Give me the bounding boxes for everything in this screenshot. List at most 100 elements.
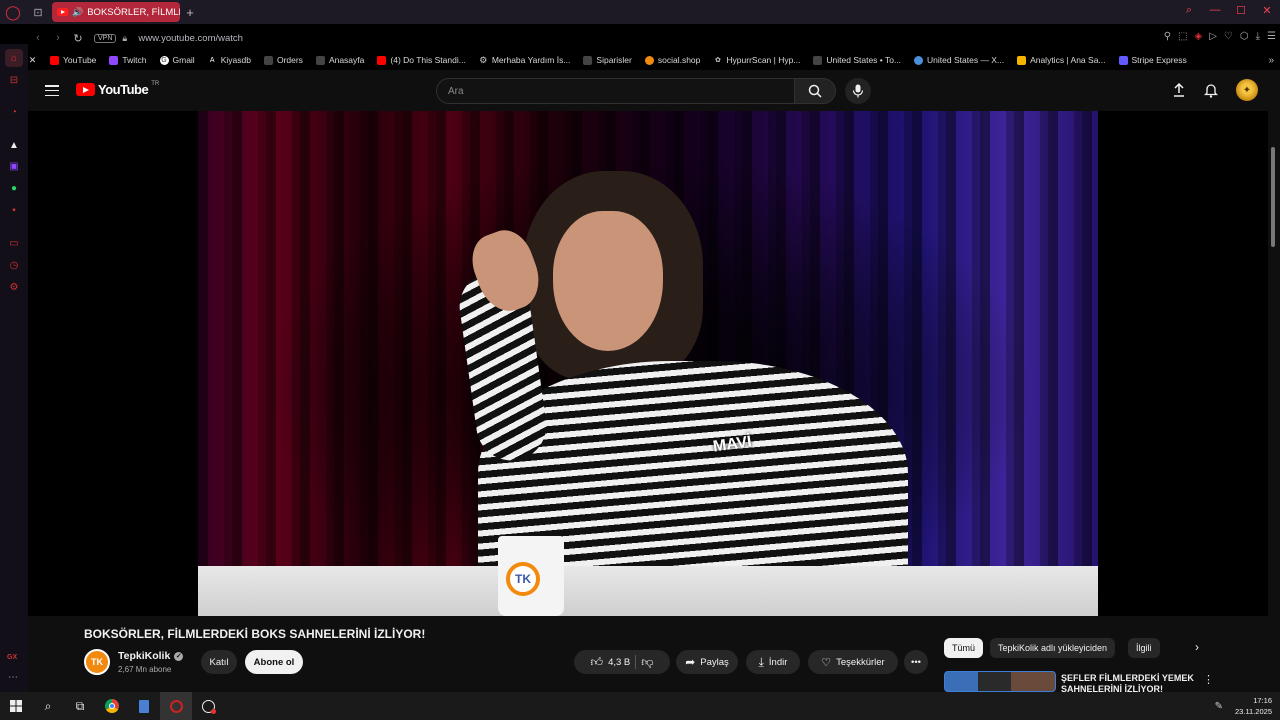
share-button[interactable]: ➦ Paylaş <box>676 650 738 674</box>
bookmark-item[interactable]: social.shop <box>644 55 700 65</box>
sidebar-whatsapp-icon[interactable]: ● <box>5 179 23 197</box>
opera-gx-taskbar-icon[interactable] <box>160 692 192 720</box>
clock-date: 23.11.2025 <box>1235 707 1272 716</box>
chrome-icon[interactable] <box>96 692 128 720</box>
maximize-icon[interactable]: ☐ <box>1234 4 1248 17</box>
chip-related[interactable]: İlgili <box>1128 638 1160 658</box>
bookmark-item[interactable]: ⚙ Merhaba Yardım İs... <box>479 55 570 66</box>
address-bar: ‹ › ↻ VPN 🔒︎ www.youtube.com/watch ⚲ ⬚ ◈… <box>28 28 1280 48</box>
sidebar-aria-icon[interactable]: ▲ <box>5 136 23 154</box>
hypurr-icon: ✿ <box>714 57 721 64</box>
bookmark-x[interactable]: ✕ <box>28 55 37 65</box>
reload-icon[interactable]: ↻ <box>68 32 88 45</box>
scrollbar-thumb[interactable] <box>1271 147 1275 247</box>
player-icon[interactable]: ▷ <box>1209 31 1217 42</box>
sidebar-home-icon[interactable]: ⌂ <box>5 49 23 67</box>
sidebar-twitch-icon[interactable]: ▣ <box>5 157 23 175</box>
pen-icon[interactable]: ✎ <box>1215 701 1223 712</box>
tab-islands-icon[interactable]: ⊡ <box>26 6 50 19</box>
gx-logo-icon[interactable]: GX <box>7 654 17 661</box>
bookmark-item[interactable]: A Kiyasdb <box>208 55 251 65</box>
extensions-icon[interactable]: ⬡ <box>1240 31 1249 42</box>
bookmark-item[interactable]: Stripe Express <box>1118 55 1187 65</box>
channel-avatar[interactable]: TK <box>84 649 110 675</box>
chip-all[interactable]: Tümü <box>944 638 984 658</box>
page-scrollbar[interactable] <box>1270 111 1278 692</box>
url-field[interactable]: www.youtube.com/watch <box>138 33 243 44</box>
obs-icon[interactable] <box>192 692 224 720</box>
youtube-logo[interactable]: YouTube TR <box>76 80 160 97</box>
close-icon[interactable]: ✕ <box>1260 4 1274 17</box>
minimize-icon[interactable]: — <box>1208 4 1222 17</box>
more-vertical-icon[interactable]: ⋮ <box>1203 673 1214 686</box>
recommendation-title[interactable]: ŞEFLER FİLMLERDEKİ YEMEK SAHNELERİNİ İZL… <box>1061 673 1201 692</box>
back-icon[interactable]: ‹ <box>28 32 48 44</box>
bookmarks-overflow-icon[interactable]: » <box>1268 55 1274 66</box>
bookmark-item[interactable]: United States • To... <box>813 55 901 65</box>
bookmark-item[interactable]: (4) Do This Standi... <box>377 55 466 65</box>
vpn-badge[interactable]: VPN <box>94 33 117 43</box>
bookmark-item[interactable]: Orders <box>263 55 303 65</box>
bookmark-item[interactable]: Twitch <box>109 55 147 65</box>
subscribe-button[interactable]: Abone ol <box>245 650 303 674</box>
pin-icon[interactable]: ⚲ <box>1164 31 1171 42</box>
task-view-icon[interactable]: ⧉ <box>64 692 96 720</box>
forward-icon[interactable]: › <box>48 32 68 44</box>
join-button[interactable]: Katıl <box>201 650 237 674</box>
search-tabs-icon[interactable]: ⌕ <box>1182 4 1196 17</box>
bookmark-item[interactable]: YouTube <box>50 55 96 65</box>
chip-from-uploader[interactable]: TepkiKolik adlı yükleyiciden <box>990 638 1116 658</box>
browser-tab-active[interactable]: 🔊 BOKSÖRLER, FİLMLERDEKİ BOKS SAHNELERİN… <box>52 2 180 22</box>
bookmark-item[interactable]: Analytics | Ana Sa... <box>1017 55 1106 65</box>
bookmark-label: YouTube <box>63 55 97 65</box>
youtube-header: YouTube TR Ara ✦ <box>28 70 1280 112</box>
opera-logo-icon[interactable]: ◯ <box>0 0 26 24</box>
snapshot-icon[interactable]: ⬚ <box>1178 31 1187 42</box>
search-input[interactable]: Ara <box>436 78 794 104</box>
pocket-icon[interactable]: ◈ <box>1195 31 1203 42</box>
upload-icon[interactable] <box>1172 83 1186 97</box>
download-icon[interactable]: ⤓ <box>1256 31 1260 42</box>
lock-icon[interactable]: 🔒︎ <box>122 33 134 44</box>
calculator-icon[interactable] <box>128 692 160 720</box>
download-button[interactable]: ⤓ İndir <box>746 650 800 674</box>
sidebar-settings-icon[interactable]: ⚙ <box>5 278 23 296</box>
bookmark-item[interactable]: United States — X... <box>914 55 1004 65</box>
notifications-bell-icon[interactable] <box>1204 83 1218 98</box>
windows-taskbar: ⌕ ⧉ ✎ 17:16 23.11.2025 <box>0 692 1280 720</box>
clock[interactable]: 17:16 23.11.2025 <box>1235 695 1272 717</box>
chevron-right-icon[interactable]: › <box>1188 640 1206 658</box>
sidebar-gx-control-icon[interactable]: ◔ <box>5 103 23 121</box>
more-horizontal-icon: ••• <box>911 656 921 668</box>
sidebar-wallet-icon[interactable]: ▭ <box>5 234 23 252</box>
taskbar-search-icon[interactable]: ⌕ <box>32 692 64 720</box>
channel-name-link[interactable]: TepkiKolik ✓ <box>118 650 184 662</box>
sidebar-youtube-icon[interactable]: ▪ <box>5 201 23 219</box>
video-player[interactable]: MAVİ TK <box>28 111 1268 616</box>
more-actions-button[interactable]: ••• <box>904 650 928 674</box>
new-tab-button[interactable]: + <box>180 5 200 20</box>
bookmark-item[interactable]: ✿ HypurrScan | Hyp... <box>713 55 800 65</box>
search-button[interactable] <box>794 78 836 104</box>
menu-icon[interactable]: ☰ <box>1267 31 1276 42</box>
region-code: TR <box>151 80 160 87</box>
heart-icon[interactable]: ♡ <box>1224 31 1233 42</box>
voice-search-button[interactable] <box>845 78 871 104</box>
dislike-button[interactable]: 👎︎ <box>641 655 653 670</box>
menu-icon[interactable] <box>45 85 59 96</box>
account-avatar[interactable]: ✦ <box>1236 79 1258 101</box>
recommendation-thumbnail[interactable] <box>944 671 1056 692</box>
bookmark-item[interactable]: Siparisler <box>583 55 632 65</box>
sidebar-more-icon[interactable]: ⋯ <box>8 672 18 683</box>
thanks-button[interactable]: ♡ Teşekkürler <box>808 650 898 674</box>
sidebar-gaming-icon[interactable]: ⊟ <box>5 71 23 89</box>
browser-sidebar: ⌂ ⊟ ◔ ▲ ▣ ● ▪ ▭ ◷ ⚙ GX ⋯ <box>0 44 28 692</box>
like-button[interactable]: 👍︎ 4,3 B <box>591 655 631 670</box>
windows-start-icon[interactable] <box>0 692 32 720</box>
bookmark-label: Stripe Express <box>1131 55 1187 65</box>
bookmark-item[interactable]: G Gmail <box>159 55 195 65</box>
orders-icon <box>583 55 593 65</box>
bookmark-item[interactable]: Anasayfa <box>315 55 364 65</box>
tab-audio-icon[interactable]: 🔊 <box>72 7 83 18</box>
sidebar-history-icon[interactable]: ◷ <box>5 256 23 274</box>
